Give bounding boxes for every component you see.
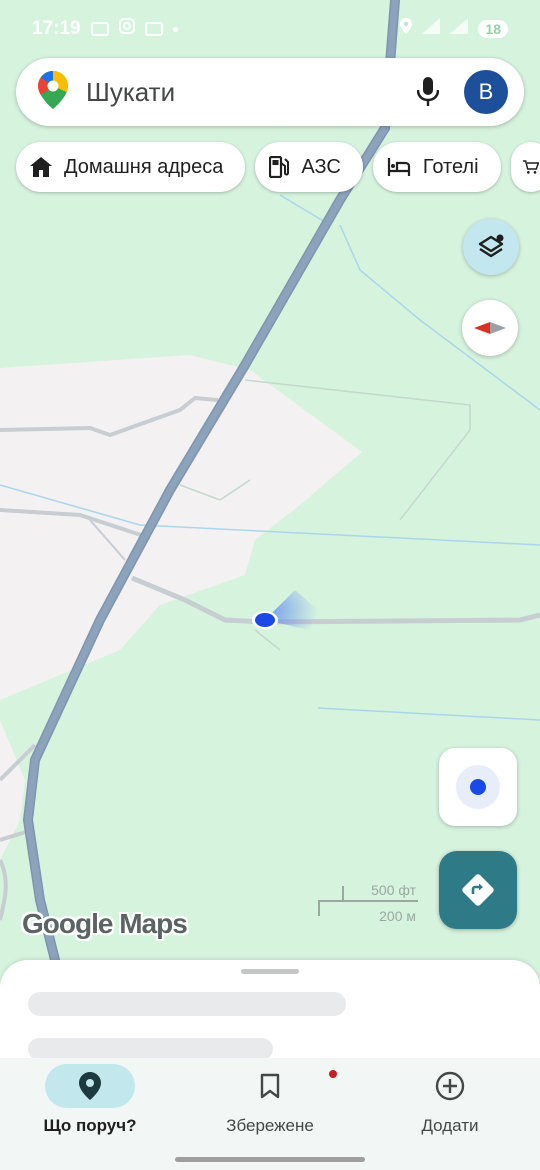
nav-explore[interactable]: Що поруч? bbox=[0, 1064, 180, 1136]
status-bar: 17:19 18 bbox=[0, 0, 540, 58]
nav-saved-pill bbox=[225, 1064, 337, 1108]
loading-placeholder bbox=[28, 1038, 273, 1060]
status-time: 17:19 bbox=[32, 18, 81, 39]
map-scale: 500 фт 200 м bbox=[318, 880, 418, 930]
account-avatar[interactable]: B bbox=[464, 70, 508, 114]
bookmark-icon bbox=[260, 1073, 280, 1099]
nav-contribute-pill bbox=[405, 1064, 495, 1108]
chip-label: АЗС bbox=[301, 155, 341, 178]
home-icon bbox=[30, 157, 52, 177]
add-circle-icon bbox=[435, 1071, 465, 1101]
nav-explore-pill bbox=[45, 1064, 135, 1108]
google-maps-logo: Google Maps bbox=[22, 908, 188, 939]
compass-icon bbox=[474, 322, 506, 334]
chip-label: Готелі bbox=[422, 155, 479, 178]
chip-hotels[interactable]: Готелі bbox=[372, 142, 501, 192]
nav-saved-label: Збережене bbox=[226, 1116, 314, 1135]
chip-home[interactable]: Домашня адреса bbox=[16, 142, 246, 192]
layers-icon bbox=[478, 234, 504, 258]
shopping-cart-icon bbox=[522, 160, 539, 174]
wifi-icon bbox=[450, 18, 469, 40]
compass-button[interactable] bbox=[462, 300, 518, 356]
bottom-navigation: Що поруч? Збережене Додати bbox=[0, 1058, 540, 1170]
scale-feet-label: 500 фт bbox=[371, 882, 416, 898]
gesture-bar[interactable] bbox=[175, 1157, 365, 1162]
my-location-icon bbox=[456, 765, 500, 809]
layers-button[interactable] bbox=[463, 219, 519, 275]
notification-badge bbox=[329, 1070, 337, 1078]
notification-dot-icon bbox=[172, 26, 178, 32]
nav-saved[interactable]: Збережене bbox=[180, 1064, 360, 1136]
my-location-button[interactable] bbox=[439, 748, 517, 826]
notification-icon bbox=[144, 22, 163, 36]
search-bar[interactable]: Шукати B bbox=[16, 58, 524, 126]
notification-icon bbox=[90, 22, 109, 36]
category-chips: Домашня адреса АЗС Готелі bbox=[16, 142, 540, 192]
nav-contribute-label: Додати bbox=[421, 1116, 479, 1135]
chip-label: Домашня адреса bbox=[64, 155, 224, 178]
battery-indicator: 18 bbox=[478, 20, 508, 38]
nav-contribute[interactable]: Додати bbox=[360, 1064, 540, 1136]
directions-icon bbox=[462, 874, 494, 906]
scale-meters-label: 200 м bbox=[379, 908, 416, 924]
instagram-icon bbox=[118, 18, 135, 40]
nav-explore-label: Що поруч? bbox=[43, 1116, 137, 1135]
chip-gas-station[interactable]: АЗС bbox=[255, 142, 363, 192]
search-input[interactable]: Шукати bbox=[86, 77, 408, 108]
chip-shopping[interactable] bbox=[510, 142, 540, 192]
directions-button[interactable] bbox=[439, 851, 517, 929]
location-icon bbox=[400, 18, 413, 40]
explore-pin-icon bbox=[79, 1072, 101, 1100]
gas-station-icon bbox=[269, 156, 290, 178]
google-maps-pin-icon bbox=[38, 70, 68, 114]
hotel-bed-icon bbox=[387, 158, 410, 176]
signal-icon bbox=[422, 18, 441, 40]
sheet-drag-handle[interactable] bbox=[241, 969, 299, 974]
loading-placeholder bbox=[28, 992, 346, 1016]
microphone-icon[interactable] bbox=[408, 72, 448, 112]
